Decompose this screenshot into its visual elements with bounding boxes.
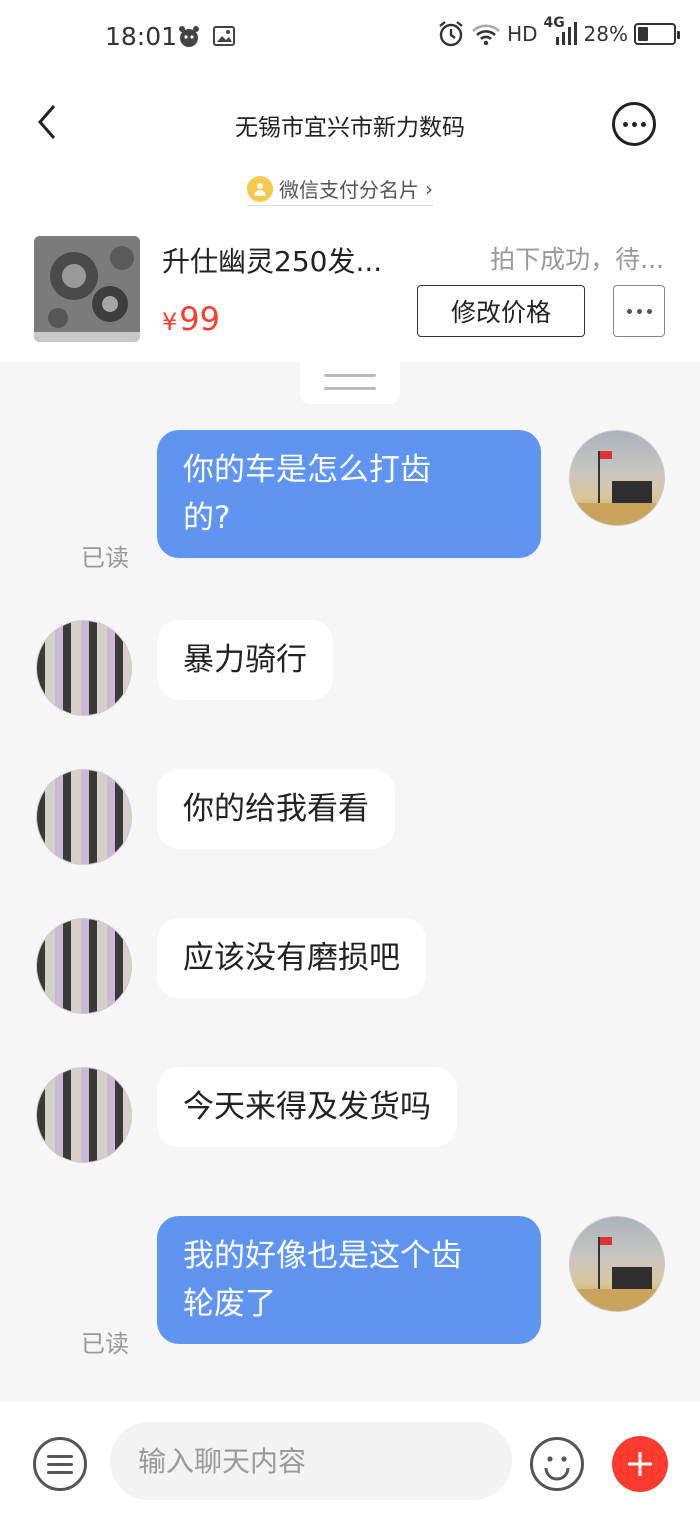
drag-handle[interactable] [300, 362, 400, 404]
emoji-button[interactable] [530, 1437, 584, 1491]
more-icon-dot [636, 308, 642, 314]
message-bubble-received[interactable]: 应该没有磨损吧 [157, 918, 426, 998]
menu-icon [47, 1454, 73, 1458]
chevron-right-icon: › [425, 176, 433, 201]
message-text-line: 轮废了 [183, 1286, 276, 1322]
chat-input-bar [0, 1402, 700, 1516]
menu-button[interactable] [33, 1437, 87, 1491]
contact-avatar[interactable] [36, 1067, 132, 1163]
message-text: 今天来得及发货吗 [183, 1089, 431, 1125]
menu-icon-line [47, 1470, 73, 1474]
product-price: ¥99 [162, 300, 220, 338]
menu-icon-line [47, 1462, 73, 1466]
product-more-button[interactable] [613, 285, 665, 337]
more-icon-dot [631, 121, 637, 127]
message-bubble-received[interactable]: 今天来得及发货吗 [157, 1067, 457, 1147]
product-bar: 升仕幽灵250发... ¥99 拍下成功，待... 修改价格 [0, 212, 700, 362]
my-avatar[interactable] [569, 1216, 665, 1312]
message-bubble-received[interactable]: 暴力骑行 [157, 620, 333, 700]
message-text: 暴力骑行 [183, 642, 307, 678]
contact-avatar[interactable] [36, 918, 132, 1014]
chat-input[interactable] [110, 1422, 512, 1500]
wifi-icon [471, 22, 501, 46]
alarm-icon [437, 20, 465, 48]
more-icon-dot [640, 121, 646, 127]
product-name: 升仕幽灵250发... [162, 245, 383, 278]
message-bubble-received[interactable]: 你的给我看看 [157, 769, 395, 849]
contact-avatar[interactable] [36, 769, 132, 865]
emoji-icon [544, 1456, 570, 1481]
currency-symbol: ¥ [162, 308, 178, 336]
chat-header: 无锡市宜兴市新力数码 [0, 72, 700, 172]
status-bar: 18:01 HD 4G 28% [0, 0, 700, 72]
status-system-icons: HD 4G 28% [437, 15, 680, 48]
my-avatar[interactable] [569, 430, 665, 526]
plus-icon [628, 1452, 652, 1476]
price-value: 99 [179, 300, 220, 338]
edit-price-button[interactable]: 修改价格 [417, 285, 585, 337]
more-button[interactable] [612, 102, 656, 146]
message-bubble-sent[interactable]: 我的好像也是这个齿 轮废了 [157, 1216, 541, 1344]
more-horizontal-icon [626, 308, 632, 314]
pet-icon [176, 24, 202, 48]
battery-icon [634, 23, 680, 45]
message-text-line: 我的好像也是这个齿 [183, 1238, 462, 1274]
read-receipt: 已读 [81, 544, 129, 572]
more-icon-dot [646, 308, 652, 314]
battery-percent: 28% [583, 22, 628, 46]
page-title: 无锡市宜兴市新力数码 [235, 115, 465, 141]
product-thumbnail[interactable] [34, 236, 140, 342]
message-text-line: 的? [183, 500, 231, 536]
status-notification-icons [176, 24, 236, 48]
pay-score-link[interactable]: 微信支付分名片 › [247, 174, 433, 206]
message-bubble-sent[interactable]: 你的车是怎么打齿 的? [157, 430, 541, 558]
pay-score-label: 微信支付分名片 [279, 178, 419, 202]
message-text-line: 你的车是怎么打齿 [183, 452, 431, 488]
gallery-icon [212, 24, 236, 48]
pay-score-icon [247, 175, 273, 202]
plus-button[interactable] [612, 1436, 668, 1492]
order-status: 拍下成功，待... [490, 245, 664, 274]
read-receipt: 已读 [81, 1330, 129, 1358]
message-text: 应该没有磨损吧 [183, 940, 400, 976]
message-text: 你的给我看看 [183, 791, 369, 827]
hd-label: HD [507, 22, 538, 46]
contact-avatar[interactable] [36, 620, 132, 716]
status-time: 18:01 [105, 22, 178, 51]
battery-fill [638, 27, 648, 41]
pay-score-row: 微信支付分名片 › [0, 172, 700, 212]
network-type-label: 4G [543, 15, 565, 31]
more-icon [622, 121, 628, 127]
signal-icon: 4G [544, 15, 578, 47]
